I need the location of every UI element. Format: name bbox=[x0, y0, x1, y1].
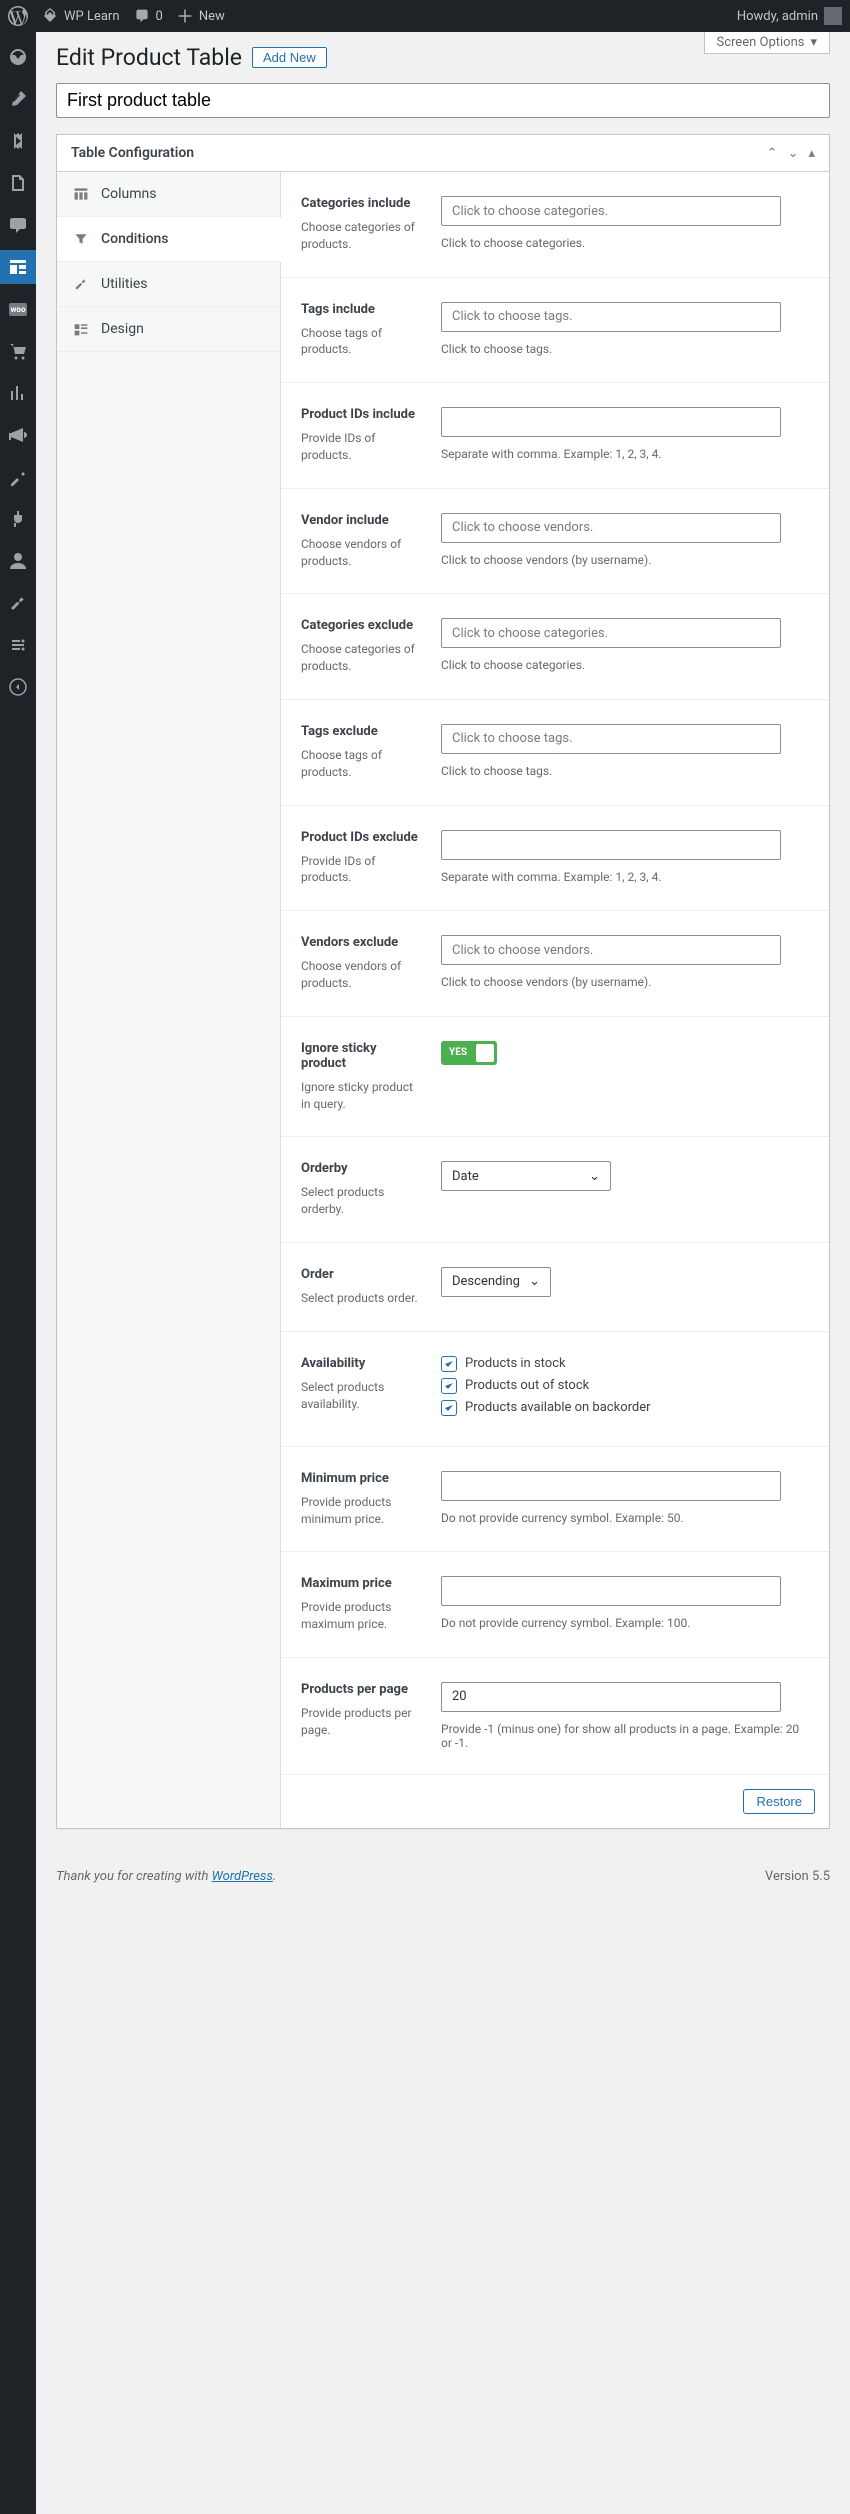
tags-include-input[interactable]: Click to choose tags. bbox=[441, 302, 781, 332]
menu-marketing[interactable] bbox=[0, 418, 36, 452]
restore-button[interactable]: Restore bbox=[743, 1789, 815, 1814]
screen-options-button[interactable]: Screen Options ▾ bbox=[704, 32, 831, 54]
field-label: Product IDs include bbox=[301, 407, 421, 422]
chevron-down-icon: ⌄ bbox=[589, 1169, 600, 1184]
orderby-select[interactable]: Date⌄ bbox=[441, 1161, 611, 1191]
new-text: New bbox=[199, 9, 225, 24]
comments-count: 0 bbox=[156, 9, 163, 24]
howdy-link[interactable]: Howdy, admin bbox=[737, 7, 842, 25]
field-label: Categories include bbox=[301, 196, 421, 211]
menu-dashboard[interactable] bbox=[0, 40, 36, 74]
version-text: Version 5.5 bbox=[765, 1869, 830, 1884]
avatar-icon bbox=[824, 7, 842, 25]
menu-plugins[interactable] bbox=[0, 502, 36, 536]
menu-product-table[interactable] bbox=[0, 250, 36, 284]
categories-include-input[interactable]: Click to choose categories. bbox=[441, 196, 781, 226]
postbox-down-icon[interactable]: ⌄ bbox=[788, 146, 799, 161]
field-label: Ignore sticky product bbox=[301, 1041, 421, 1071]
chevron-down-icon: ▾ bbox=[810, 35, 817, 50]
order-select[interactable]: Descending⌄ bbox=[441, 1267, 551, 1297]
postbox-up-icon[interactable]: ⌃ bbox=[767, 146, 778, 161]
menu-posts[interactable] bbox=[0, 82, 36, 116]
table-title-input[interactable] bbox=[56, 83, 830, 118]
min-price-input[interactable] bbox=[441, 1471, 781, 1501]
checkbox-backorder[interactable] bbox=[441, 1400, 457, 1416]
checkbox-out-stock[interactable] bbox=[441, 1378, 457, 1394]
field-label: Product IDs exclude bbox=[301, 830, 421, 845]
admin-bar: WP Learn 0 New Howdy, admin bbox=[0, 0, 850, 32]
menu-woo[interactable]: woo bbox=[0, 292, 36, 326]
tab-utilities[interactable]: Utilities bbox=[57, 262, 280, 307]
wp-logo[interactable] bbox=[8, 6, 28, 26]
vendor-include-input[interactable]: Click to choose vendors. bbox=[441, 513, 781, 543]
menu-users[interactable] bbox=[0, 544, 36, 578]
tab-design[interactable]: Design bbox=[57, 307, 280, 352]
admin-menu: woo bbox=[0, 32, 36, 2514]
menu-analytics[interactable] bbox=[0, 376, 36, 410]
product-ids-exclude-input[interactable] bbox=[441, 830, 781, 860]
menu-settings[interactable] bbox=[0, 628, 36, 662]
field-label: Categories exclude bbox=[301, 618, 421, 633]
tab-conditions[interactable]: Conditions bbox=[57, 217, 281, 262]
menu-pages[interactable] bbox=[0, 166, 36, 200]
menu-collapse[interactable] bbox=[0, 670, 36, 704]
chevron-down-icon: ⌄ bbox=[529, 1274, 540, 1289]
field-label: Availability bbox=[301, 1356, 421, 1371]
wordpress-link[interactable]: WordPress bbox=[212, 1869, 273, 1884]
sticky-toggle[interactable]: YES bbox=[441, 1041, 497, 1065]
field-label: Vendors exclude bbox=[301, 935, 421, 950]
product-ids-include-input[interactable] bbox=[441, 407, 781, 437]
site-link[interactable]: WP Learn bbox=[42, 8, 120, 24]
table-config-postbox: Table Configuration ⌃ ⌄ ▴ Columns Condit… bbox=[56, 134, 830, 1829]
per-page-input[interactable]: 20 bbox=[441, 1682, 781, 1712]
tab-columns[interactable]: Columns bbox=[57, 172, 280, 217]
menu-products[interactable] bbox=[0, 334, 36, 368]
max-price-input[interactable] bbox=[441, 1576, 781, 1606]
footer: Thank you for creating with WordPress. V… bbox=[56, 1849, 830, 1904]
postbox-title: Table Configuration bbox=[71, 145, 194, 161]
categories-exclude-input[interactable]: Click to choose categories. bbox=[441, 618, 781, 648]
field-label: Orderby bbox=[301, 1161, 421, 1176]
postbox-toggle-icon[interactable]: ▴ bbox=[808, 146, 815, 161]
site-name-text: WP Learn bbox=[64, 9, 120, 24]
menu-appearance[interactable] bbox=[0, 460, 36, 494]
field-label: Tags exclude bbox=[301, 724, 421, 739]
vendors-exclude-input[interactable]: Click to choose vendors. bbox=[441, 935, 781, 965]
field-label: Tags include bbox=[301, 302, 421, 317]
comments-link[interactable]: 0 bbox=[134, 8, 163, 24]
field-label: Minimum price bbox=[301, 1471, 421, 1486]
add-new-button[interactable]: Add New bbox=[252, 47, 327, 68]
field-label: Products per page bbox=[301, 1682, 421, 1697]
new-link[interactable]: New bbox=[177, 8, 225, 24]
field-label: Vendor include bbox=[301, 513, 421, 528]
menu-media[interactable] bbox=[0, 124, 36, 158]
menu-comments[interactable] bbox=[0, 208, 36, 242]
field-label: Order bbox=[301, 1267, 421, 1282]
menu-tools[interactable] bbox=[0, 586, 36, 620]
howdy-text: Howdy, admin bbox=[737, 9, 818, 24]
field-label: Maximum price bbox=[301, 1576, 421, 1591]
checkbox-in-stock[interactable] bbox=[441, 1356, 457, 1372]
tags-exclude-input[interactable]: Click to choose tags. bbox=[441, 724, 781, 754]
